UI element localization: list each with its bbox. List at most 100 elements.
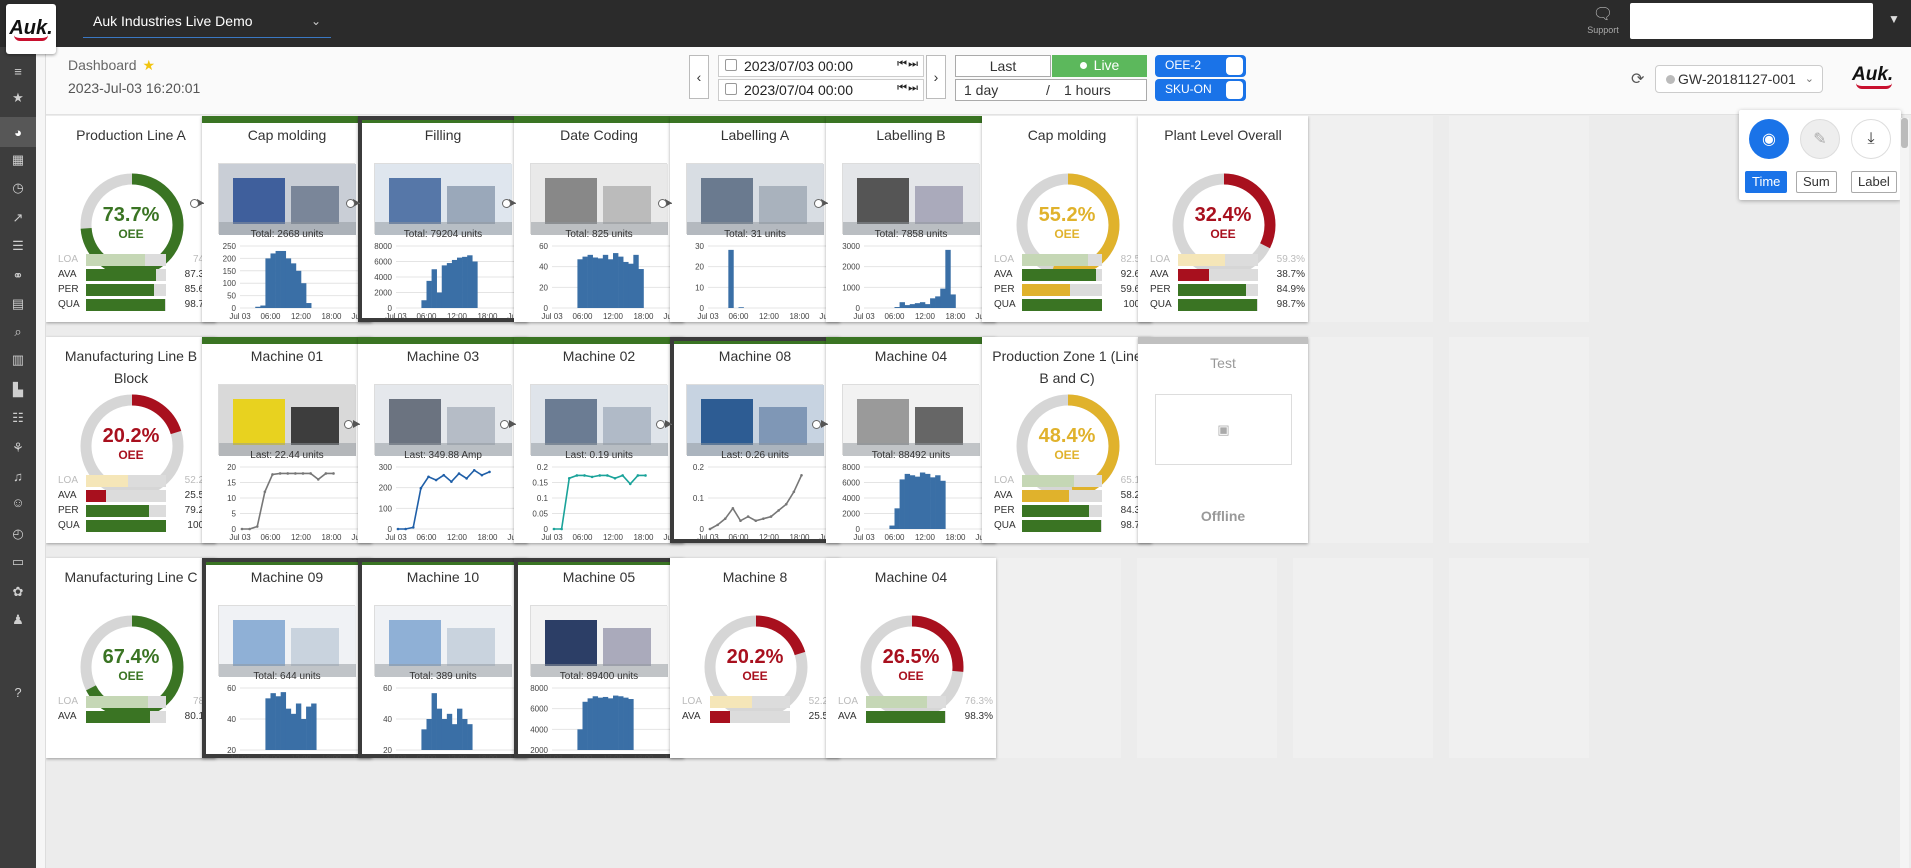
dashboard-card[interactable]: Filling Total: 79204 units 8000 6000 4000 200…: [358, 116, 528, 322]
scrollbar-thumb[interactable]: [1901, 118, 1908, 148]
time-view-button[interactable]: Time: [1745, 171, 1788, 193]
histogram-bar: [301, 283, 307, 308]
prev-period-button[interactable]: ‹: [689, 55, 709, 99]
user-menu[interactable]: [1630, 3, 1873, 39]
dashboard-card[interactable]: Machine 02 Last: 0.19 units 0.2 0.15 0.1 0.05…: [514, 337, 684, 543]
end-date-field[interactable]: 2023/07/04 00:00 ⏮ ⏭: [718, 79, 924, 101]
sidebar-item-users-icon[interactable]: ☺: [0, 487, 36, 517]
sku-toggle[interactable]: SKU-ON: [1155, 79, 1246, 101]
sidebar-item-dashboard-icon[interactable]: ◕: [0, 117, 36, 147]
sidebar-item-bars-icon[interactable]: ☰: [0, 231, 36, 261]
view-eye-icon[interactable]: ◉: [1749, 119, 1789, 159]
dashboard-card[interactable]: Machine 10Total: 389 units604020Jul 0306…: [358, 558, 528, 758]
photo-machine-body: [545, 620, 597, 666]
sidebar-item-storage-icon[interactable]: ▥: [0, 345, 36, 375]
dashboard-card[interactable]: Machine 09Total: 644 units604020Jul 0306…: [202, 558, 372, 758]
edit-pencil-icon[interactable]: ✎: [1800, 119, 1840, 159]
dashboard-card[interactable]: Machine 03 Last: 349.88 Amp 300 200 100 0 Jul …: [358, 337, 528, 543]
dashboard-card[interactable]: Machine 08 Last: 0.26 units 0.2 0.1 0 Jul 03 0…: [670, 337, 840, 543]
sidebar-item-palette-icon[interactable]: ✿: [0, 577, 36, 607]
favorite-star-icon[interactable]: ★: [143, 57, 156, 73]
sidebar-item-document-icon[interactable]: ▤: [0, 289, 36, 319]
scrollbar[interactable]: [1900, 118, 1909, 868]
start-date-field[interactable]: 2023/07/03 00:00 ⏮ ⏭: [718, 55, 924, 77]
machine-thumbnail: [374, 605, 512, 677]
project-selector[interactable]: Auk Industries Live Demo ⌄: [83, 8, 331, 38]
card-title: Machine 05: [562, 569, 636, 585]
download-icon[interactable]: ⤓: [1851, 119, 1891, 159]
skip-icon[interactable]: ⏮ ⏭: [897, 82, 918, 95]
sidebar-item-menu-icon[interactable]: ≡: [0, 56, 36, 86]
sidebar-item-user-settings-icon[interactable]: ♟: [0, 605, 36, 635]
sidebar-item-list-icon[interactable]: ☷: [0, 403, 36, 433]
mini-chart: 80006000400020000Jul 03 06:00 12:00 18:00 Ju…: [374, 242, 528, 321]
metric-bar-fill: [710, 711, 731, 723]
duration-selector[interactable]: 1 day / 1 hours: [955, 79, 1147, 101]
metric-bar-track: [1022, 520, 1102, 532]
histogram-bar: [738, 307, 744, 308]
dashboard-card[interactable]: Date Coding Total: 825 units 60 40 20 0 Jul 03…: [514, 116, 684, 322]
dashboard-card[interactable]: Machine 04 Total: 88492 units 8000 6000 4000…: [826, 337, 996, 543]
dashboard-card[interactable]: Plant Level Overall 32.4% OEE LOA 59.3% AVA 38…: [1138, 116, 1308, 322]
sidebar-item-table-icon[interactable]: ▭: [0, 547, 36, 577]
trend-point: [716, 523, 719, 527]
card-caption: Total: 825 units: [565, 229, 633, 240]
metric-row-per: PER 84.3%: [994, 505, 1149, 517]
oee-label: OEE: [742, 669, 768, 683]
auk-logo[interactable]: Auk.: [6, 4, 56, 54]
sidebar-item-help-icon[interactable]: ?: [0, 677, 36, 707]
metric-row-loa: LOA 82.5%: [994, 254, 1149, 266]
sidebar-item-grid-icon[interactable]: ▦: [0, 145, 36, 175]
dashboard-card[interactable]: Machine 05 Total: 89400 units 8000 6000 4000…: [514, 558, 684, 758]
trend-point: [255, 525, 259, 528]
card-caption: Total: 7858 units: [874, 229, 948, 240]
photo-machine-body: [701, 178, 753, 224]
dashboard-card[interactable]: Machine 01 Last: 22.44 units 20 15 10 5 0 Jul 0…: [202, 337, 372, 543]
machine-thumbnail: [842, 384, 980, 456]
dashboard-card[interactable]: Manufacturing Line B Block 20.2% OEE LOA 52.…: [46, 337, 216, 543]
dashboard-card[interactable]: Labelling B Total: 7858 units 3000 2000 1000…: [826, 116, 996, 322]
dashboard-card[interactable]: Labelling A Total: 31 units 30 20 10 0 Jul 03 0…: [670, 116, 840, 322]
sum-view-button[interactable]: Sum: [1796, 171, 1837, 193]
sidebar-item-timer-icon[interactable]: ◷: [0, 173, 36, 203]
sidebar-item-factory-icon[interactable]: ▙: [0, 375, 36, 405]
dashboard-card[interactable]: Production Zone 1 (Line B and C) 48.4% OEE…: [982, 337, 1152, 543]
metric-row-qua: QUA 100%: [58, 520, 213, 532]
sidebar-item-star-icon[interactable]: ★: [0, 83, 36, 113]
gateway-selector[interactable]: GW-20181127-001 ⌄: [1655, 65, 1823, 93]
last-button[interactable]: Last: [955, 55, 1051, 77]
empty-slot: [1293, 116, 1433, 322]
sidebar-item-trend-icon[interactable]: ↗: [0, 203, 36, 233]
dashboard-card[interactable]: Manufacturing Line C 67.4%OEE LOA78% AVA80.…: [46, 558, 216, 758]
trend-point: [396, 527, 400, 531]
caret-down-icon[interactable]: ▼: [1888, 12, 1900, 26]
skip-icon[interactable]: ⏮ ⏭: [897, 58, 918, 71]
histogram-bar: [451, 259, 458, 308]
dashboard-card[interactable]: Cap molding Total: 2668 units 250 200 150 100…: [202, 116, 372, 322]
dashboard-card[interactable]: Test ▣ Offline: [1138, 337, 1308, 543]
dashboard-card[interactable]: Machine 04 26.5% OEE LOA 76.3% AVA 98.3%: [826, 558, 996, 758]
dashboard-card[interactable]: Cap molding 55.2% OEE LOA 82.5% AVA 92.6% PER 59…: [982, 116, 1152, 322]
support-label: Support: [1587, 25, 1619, 35]
oee-toggle[interactable]: OEE-2: [1155, 55, 1246, 77]
refresh-icon[interactable]: ⟳: [1631, 69, 1644, 89]
histogram-bar: [311, 703, 317, 750]
support-button[interactable]: 🗨 Support: [1585, 5, 1621, 35]
card-caption: Total: 389 units: [409, 671, 477, 682]
sidebar-item-search-icon[interactable]: ⌕: [0, 317, 36, 347]
machine-thumbnail: [530, 605, 668, 677]
sidebar-item-link-icon[interactable]: ⚭: [0, 261, 36, 291]
y-tick-label: 4000: [374, 273, 392, 282]
metric-bar-fill: [1178, 284, 1246, 296]
x-tick-label: 12:00: [447, 533, 468, 542]
label-view-button[interactable]: Label: [1851, 171, 1897, 193]
sidebar-item-clock-icon[interactable]: ◴: [0, 519, 36, 549]
card-title: Production Zone 1 (Line B and C): [992, 348, 1142, 386]
trend-point: [404, 527, 407, 531]
next-period-button[interactable]: ›: [926, 55, 946, 99]
trend-point: [271, 473, 274, 476]
dashboard-card[interactable]: Production Line A 73.7%OEE LOA74% AVA87.3% P…: [46, 116, 216, 322]
sidebar-item-hierarchy-icon[interactable]: ⚘: [0, 433, 36, 463]
live-button[interactable]: Live: [1052, 55, 1147, 77]
dashboard-card[interactable]: Machine 8 20.2% OEE LOA 52.2% AVA 25.5%: [670, 558, 840, 758]
